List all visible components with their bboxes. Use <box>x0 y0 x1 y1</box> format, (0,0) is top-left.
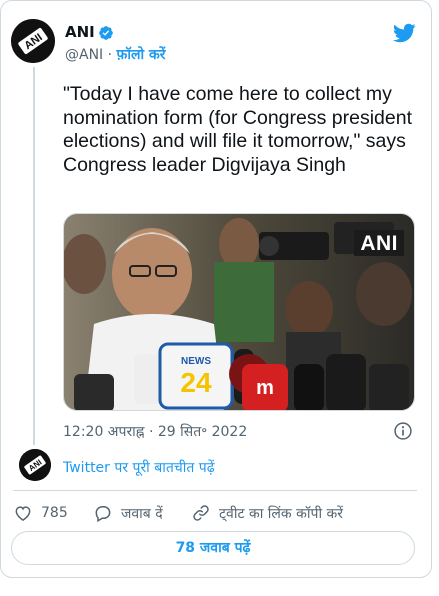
copy-link-label: ट्वीट का लिंक कॉपी करें <box>219 505 344 522</box>
author-handle-row: @ANI · फ़ॉलो करें <box>65 45 165 64</box>
link-icon <box>193 505 209 521</box>
media-watermark: ANI <box>354 230 404 256</box>
reply-label: जवाब दें <box>121 505 163 522</box>
read-full-conversation-link[interactable]: Twitter पर पूरी बातचीत पढ़ें <box>63 458 215 477</box>
verified-badge-icon <box>99 26 113 40</box>
mic-label-m: m <box>256 377 274 399</box>
mic-label-24: 24 <box>180 367 212 398</box>
twitter-bird-icon[interactable] <box>392 21 416 45</box>
copy-link-button[interactable]: ट्वीट का लिंक कॉपी करें <box>191 502 343 524</box>
actions-divider <box>13 490 417 491</box>
heart-icon <box>15 506 31 521</box>
tweet-timestamp[interactable]: 12:20 अपराह्न · 29 सित॰ 2022 <box>63 422 247 441</box>
speech-bubble-icon <box>95 506 111 523</box>
like-button[interactable]: 785 <box>13 502 68 524</box>
mic-label-news: NEWS <box>181 356 211 367</box>
author-handle[interactable]: @ANI <box>65 47 103 63</box>
follow-link[interactable]: फ़ॉलो करें <box>117 47 166 63</box>
tweet-media-photo[interactable]: NEWS 24 m ANI <box>63 213 415 411</box>
thread-author-avatar[interactable]: ANI <box>19 449 51 481</box>
reply-button[interactable]: जवाब दें <box>93 502 163 524</box>
read-replies-button[interactable]: 78 जवाब पढ़ें <box>11 531 415 565</box>
info-icon[interactable] <box>393 421 413 441</box>
author-avatar[interactable]: ANI <box>11 19 55 63</box>
tweet-text: "Today I have come here to collect my no… <box>63 83 412 176</box>
handle-separator: · <box>107 47 113 63</box>
thread-line <box>33 67 35 445</box>
like-count: 785 <box>41 505 68 521</box>
author-name[interactable]: ANI <box>65 23 95 41</box>
tweet-actions: 785 जवाब दें ट्वीट का लिंक कॉपी करें <box>13 502 417 524</box>
tweet-embed-card: ANI ANI @ANI · फ़ॉलो करें "Today I have … <box>0 0 432 578</box>
